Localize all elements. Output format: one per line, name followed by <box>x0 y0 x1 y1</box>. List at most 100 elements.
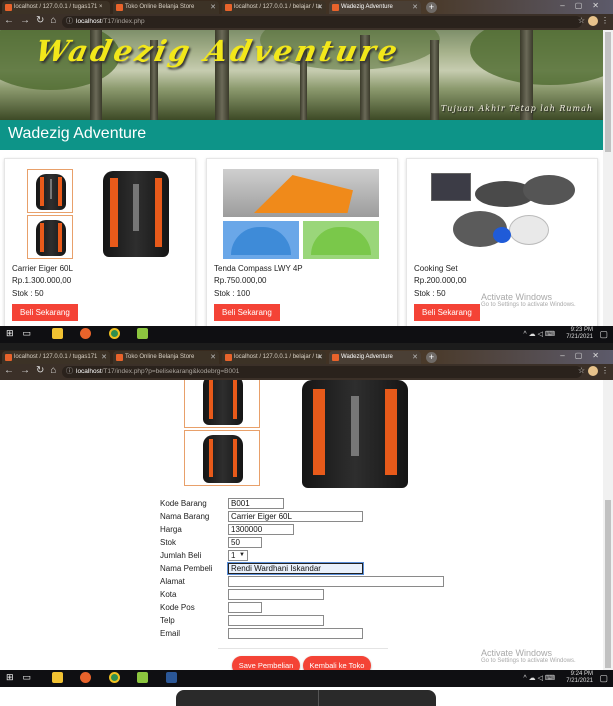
nav-buttons[interactable]: ←→↻⌂ <box>4 365 62 376</box>
backpack-image <box>36 220 66 256</box>
product-thumbnail[interactable] <box>184 430 260 486</box>
nama-pembeli-input[interactable]: Rendi Wardhani Iskandar <box>227 562 364 575</box>
product-thumbnail[interactable] <box>27 169 73 213</box>
windows-start-icon[interactable]: ⊞ <box>6 672 23 682</box>
kota-input[interactable] <box>228 589 324 600</box>
kode-pos-input[interactable] <box>228 602 262 613</box>
product-image-main[interactable] <box>103 171 169 257</box>
back-icon[interactable]: ← <box>4 15 20 26</box>
taskbar-left: ⊞▭ <box>6 672 183 684</box>
browser-tab[interactable]: localhost / 127.0.0.1 / tugas171 × <box>2 1 110 14</box>
star-icon[interactable]: ☆ <box>578 366 585 375</box>
firefox-icon[interactable] <box>80 672 92 684</box>
save-pembelian-button[interactable]: Save Pembelian <box>232 656 300 670</box>
close-tab-icon[interactable]: ✕ <box>317 351 323 364</box>
kode-barang-input[interactable]: B001 <box>228 498 284 509</box>
jumlah-beli-select[interactable]: 1 ▼ <box>228 550 248 561</box>
buy-now-button[interactable]: Beli Sekarang <box>12 304 78 321</box>
alamat-input[interactable] <box>228 576 444 587</box>
home-icon[interactable]: ⌂ <box>50 15 62 26</box>
new-tab-icon[interactable]: + <box>426 2 437 13</box>
browser-tab-active[interactable]: Wadezig Adventure ✕ <box>329 351 421 364</box>
scrollbar-thumb[interactable] <box>605 32 611 152</box>
close-tab-icon[interactable]: ✕ <box>101 351 107 364</box>
windows-start-icon[interactable]: ⊞ <box>6 328 23 338</box>
taskbar-clock[interactable]: 9:24 PM 7/21/2021 <box>566 671 593 685</box>
buy-now-button[interactable]: Beli Sekarang <box>214 304 280 321</box>
system-tray-icons[interactable]: ^ ☁ ◁ ⌨ <box>523 674 555 682</box>
address-bar[interactable]: ⓘ localhost/T17/index.php <box>62 16 582 28</box>
address-bar[interactable]: ⓘ localhost/T17/index.php?p=belisekarang… <box>62 366 582 378</box>
close-tab-icon[interactable]: ✕ <box>317 1 323 14</box>
close-tab-icon[interactable]: ✕ <box>412 351 418 364</box>
product-thumbnail[interactable] <box>27 215 73 259</box>
favicon-icon <box>225 354 232 361</box>
product-image-main[interactable] <box>423 169 583 259</box>
info-icon[interactable]: ⓘ <box>66 366 73 378</box>
word-icon[interactable] <box>165 672 177 684</box>
close-tab-icon[interactable]: ✕ <box>210 1 216 14</box>
file-explorer-icon[interactable] <box>51 672 63 684</box>
menu-icon[interactable]: ⋮ <box>601 366 609 375</box>
bottom-control-bar <box>176 690 436 706</box>
product-thumbnail[interactable] <box>184 380 260 428</box>
forward-icon[interactable]: → <box>20 365 36 376</box>
task-view-icon[interactable]: ▭ <box>23 328 41 338</box>
forward-icon[interactable]: → <box>20 15 36 26</box>
site-brand[interactable]: Wadezig Adventure <box>8 125 146 143</box>
firefox-icon[interactable] <box>80 328 92 340</box>
chrome-icon[interactable] <box>108 328 120 340</box>
star-icon[interactable]: ☆ <box>578 16 585 25</box>
chrome-icon[interactable] <box>108 672 120 684</box>
profile-avatar[interactable] <box>588 16 598 26</box>
tab-label: Wadezig Adventure <box>341 354 393 360</box>
browser-tab[interactable]: localhost / 127.0.0.1 / tugas171 ✕ <box>2 351 110 364</box>
close-tab-icon[interactable]: ✕ <box>210 351 216 364</box>
harga-input[interactable]: 1300000 <box>228 524 294 535</box>
url-host: localhost <box>76 18 102 25</box>
jumlah-beli-label: Jumlah Beli <box>160 551 202 560</box>
task-view-icon[interactable]: ▭ <box>23 672 41 682</box>
page-scrollbar[interactable] <box>603 30 613 326</box>
nama-barang-input[interactable]: Carrier Eiger 60L <box>228 511 363 522</box>
alamat-label: Alamat <box>160 577 185 586</box>
notepad-icon[interactable] <box>137 328 149 340</box>
notepad-icon[interactable] <box>137 672 149 684</box>
kembali-ke-toko-button[interactable]: Kembali ke Toko <box>303 656 371 670</box>
buy-now-button[interactable]: Beli Sekarang <box>414 304 480 321</box>
window-controls[interactable]: –▢✕ <box>560 351 609 360</box>
browser-tab[interactable]: Toko Online Belanja Store ✕ <box>113 351 219 364</box>
home-icon[interactable]: ⌂ <box>50 365 62 376</box>
nav-buttons[interactable]: ←→↻⌂ <box>4 15 62 26</box>
browser-tab[interactable]: localhost / 127.0.0.1 / belajar / ta ✕ <box>222 351 326 364</box>
browser-tab[interactable]: Toko Online Belanja Store ✕ <box>113 1 219 14</box>
store-page: Wadezig Adventure Tujuan Akhir Tetap lah… <box>0 30 603 326</box>
notification-icon[interactable]: ▢ <box>599 329 608 340</box>
email-input[interactable] <box>228 628 363 639</box>
browser-tab-active[interactable]: Wadezig Adventure ✕ <box>329 1 421 14</box>
menu-icon[interactable]: ⋮ <box>601 16 609 25</box>
browser-tab[interactable]: localhost / 127.0.0.1 / belajar / ta ✕ <box>222 1 326 14</box>
window-controls[interactable]: –▢✕ <box>560 1 609 10</box>
close-tab-icon[interactable]: ✕ <box>412 1 418 14</box>
product-image-main[interactable] <box>223 169 379 259</box>
page-scrollbar[interactable] <box>603 380 613 670</box>
new-tab-icon[interactable]: + <box>426 352 437 363</box>
info-icon[interactable]: ⓘ <box>66 16 73 28</box>
scrollbar-thumb[interactable] <box>605 500 611 668</box>
notification-icon[interactable]: ▢ <box>599 673 608 684</box>
profile-avatar[interactable] <box>588 366 598 376</box>
clock-time: 9:23 PM <box>570 327 593 333</box>
reload-icon[interactable]: ↻ <box>36 365 50 376</box>
back-icon[interactable]: ← <box>4 365 20 376</box>
telp-input[interactable] <box>228 615 324 626</box>
stok-input[interactable]: 50 <box>228 537 262 548</box>
backpack-image <box>203 380 243 425</box>
file-explorer-icon[interactable] <box>51 328 63 340</box>
reload-icon[interactable]: ↻ <box>36 15 50 26</box>
windows-taskbar: ⊞▭ ^ ☁ ◁ ⌨ 9:24 PM 7/21/2021 ▢ <box>0 670 613 687</box>
system-tray-icons[interactable]: ^ ☁ ◁ ⌨ <box>523 330 555 338</box>
windows-taskbar: ⊞▭ ^ ☁ ◁ ⌨ 9:23 PM 7/21/2021 ▢ <box>0 326 613 343</box>
taskbar-clock[interactable]: 9:23 PM 7/21/2021 <box>566 327 593 341</box>
favicon-icon <box>225 4 232 11</box>
